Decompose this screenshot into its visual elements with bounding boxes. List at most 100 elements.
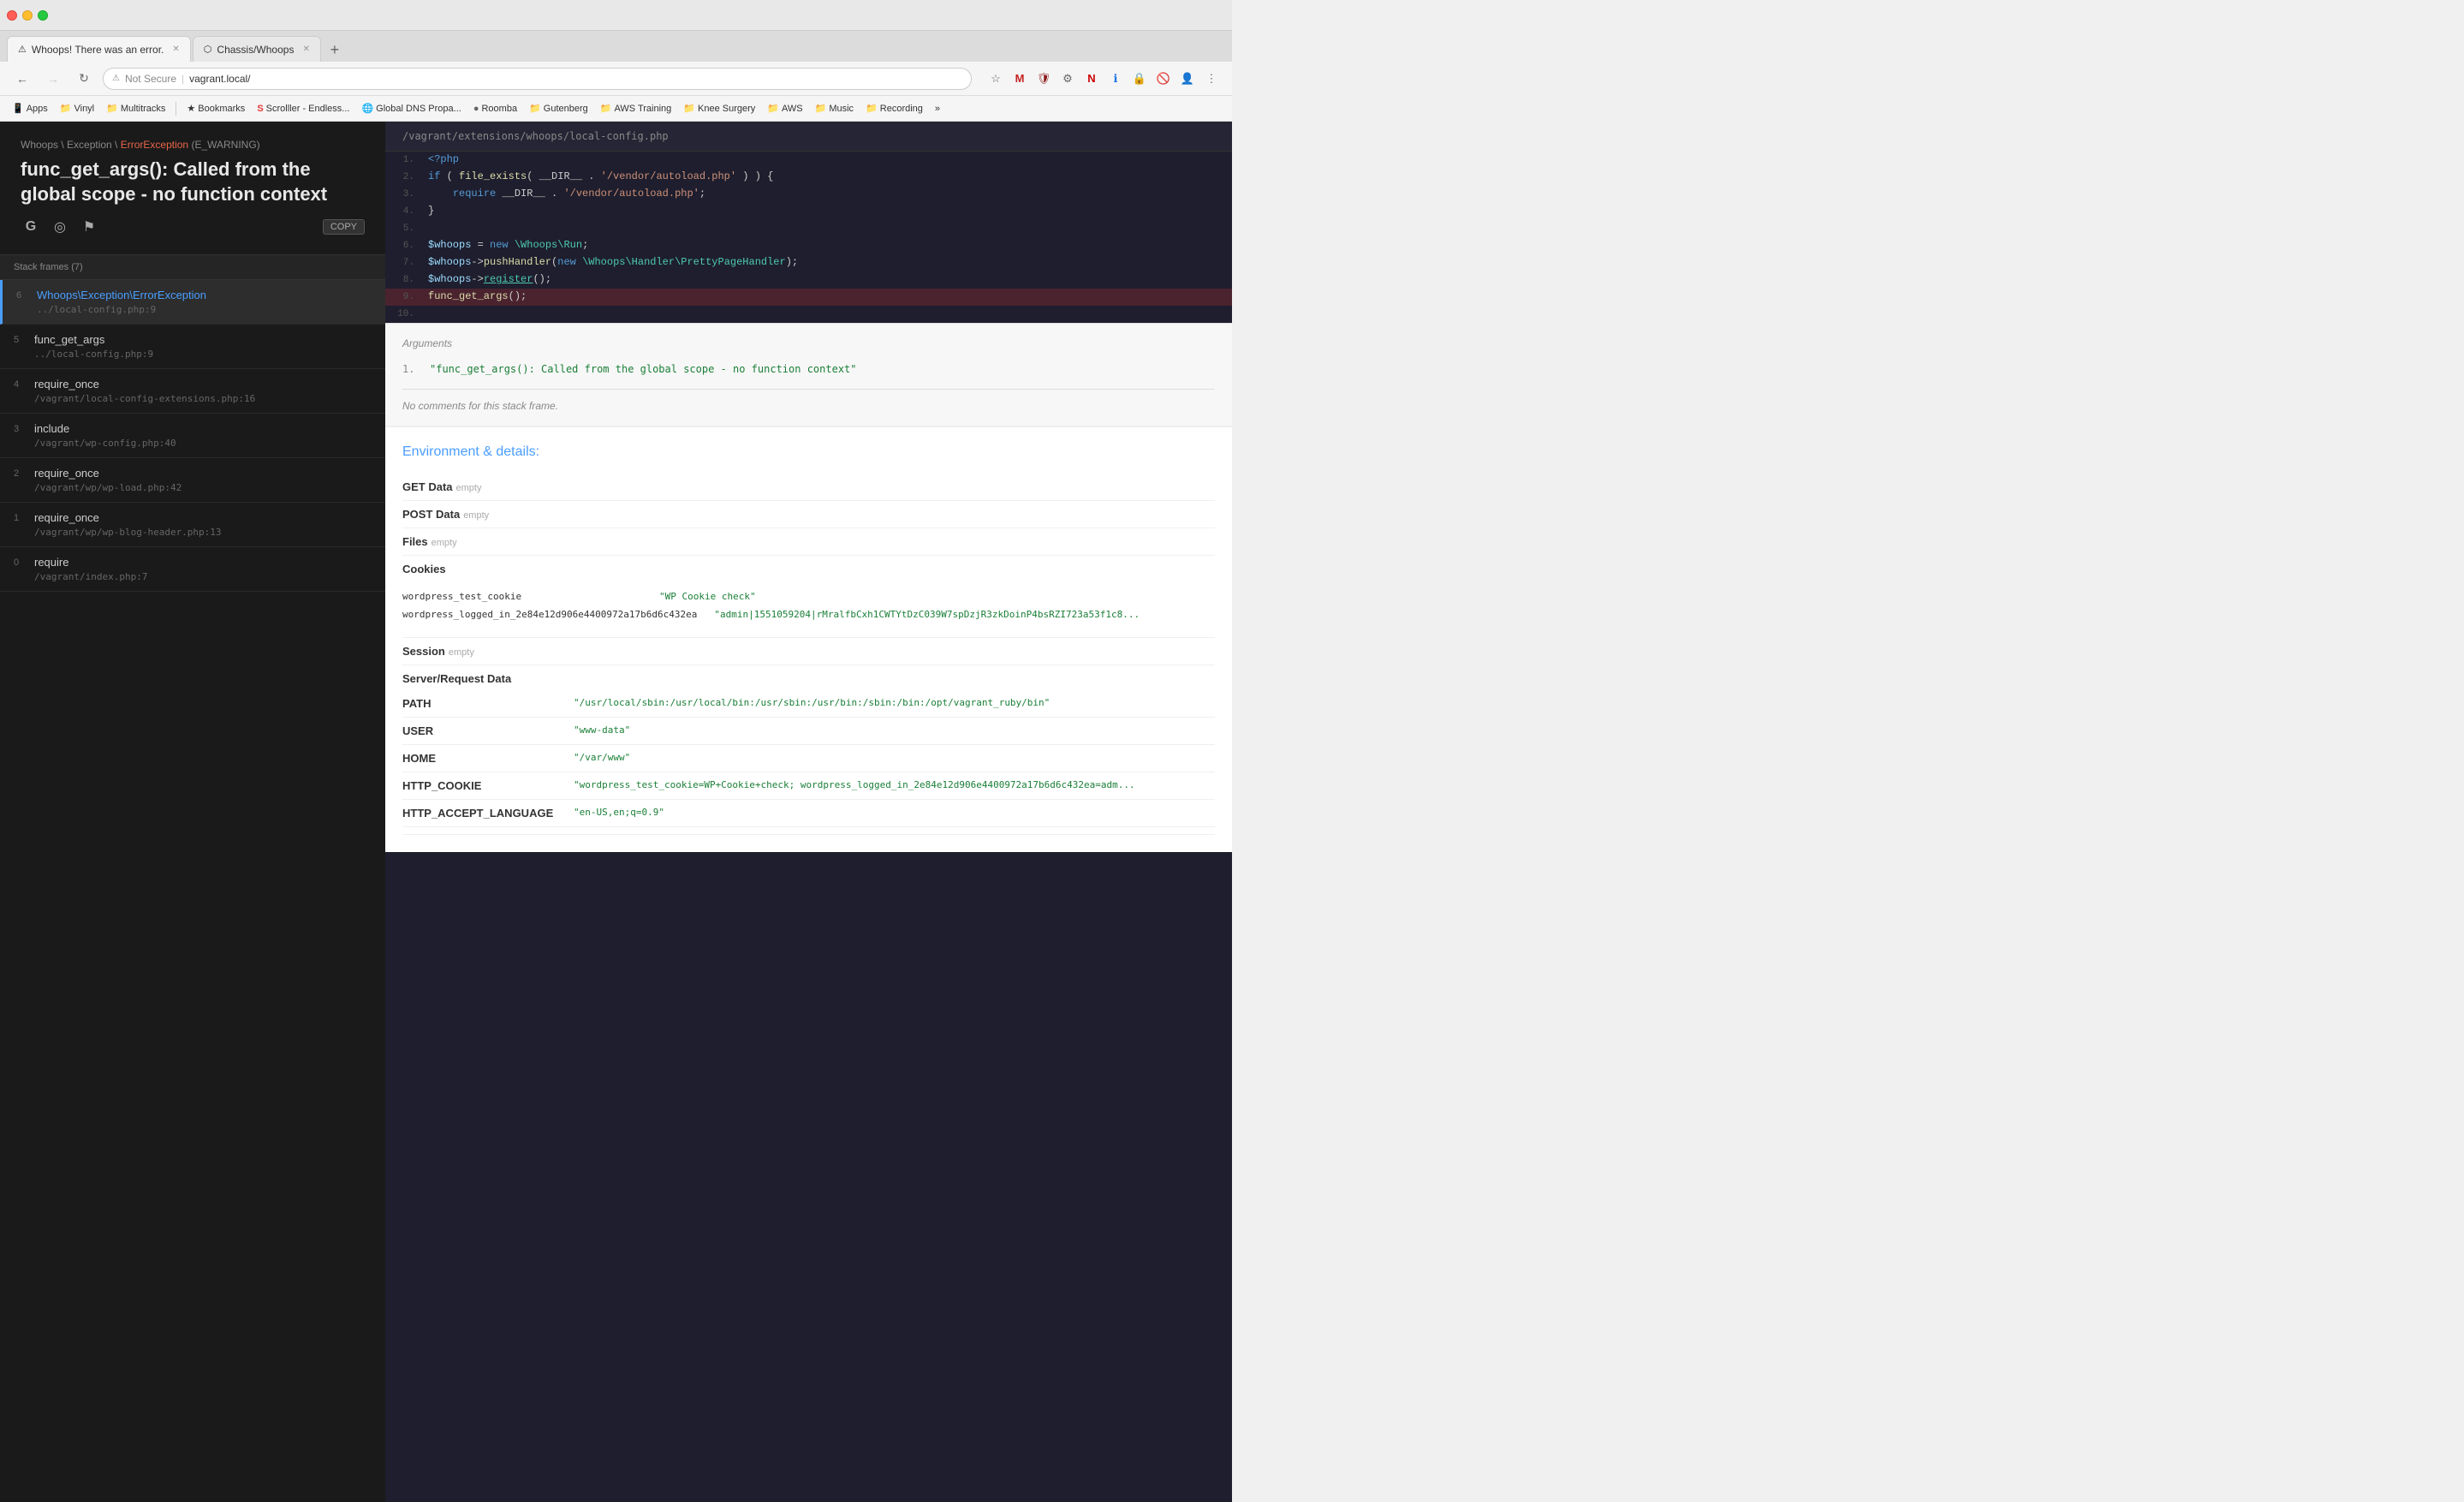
env-cookies-key: Cookies <box>402 563 574 575</box>
breadcrumb-suffix: (E_WARNING) <box>188 139 260 151</box>
bookmark-bookmarks-icon: ★ <box>187 103 195 114</box>
bookmark-apps[interactable]: 📱 Apps <box>9 101 51 116</box>
env-get-key: GET Dataempty <box>402 480 574 493</box>
server-path: PATH "/usr/local/sbin:/usr/local/bin:/us… <box>402 690 1215 718</box>
address-separator: | <box>182 73 184 85</box>
bookmarks-bar: 📱 Apps 📁 Vinyl 📁 Multitracks ★ Bookmarks… <box>0 96 1232 122</box>
files-empty-badge: empty <box>431 538 457 548</box>
stack-frames-header: Stack frames (7) <box>0 255 385 280</box>
settings-icon[interactable]: ⚙ <box>1057 69 1078 89</box>
frame-name-5: func_get_args <box>34 333 104 346</box>
tab-whoops[interactable]: ⚠ Whoops! There was an error. ✕ <box>7 36 191 62</box>
bookmark-aws[interactable]: 📁 AWS <box>764 101 806 116</box>
titlebar <box>0 0 1232 31</box>
shield-icon[interactable]: 🛡 <box>1033 69 1054 89</box>
env-post-data: POST Dataempty <box>402 501 1215 528</box>
tab-chassis-label: Chassis/Whoops <box>217 44 294 56</box>
flag-icon[interactable]: ⚑ <box>79 217 99 237</box>
error-icons-row: G ◎ ⚑ COPY <box>21 217 365 237</box>
bookmark-knee-surgery-label: Knee Surgery <box>698 104 755 114</box>
bookmark-multitracks[interactable]: 📁 Multitracks <box>103 101 169 116</box>
bookmark-scrolller[interactable]: S Scrolller - Endless... <box>253 102 353 116</box>
menu-icon[interactable]: ⋮ <box>1201 69 1222 89</box>
copy-button[interactable]: COPY <box>323 219 365 235</box>
stack-frame-3[interactable]: 3 include /vagrant/wp-config.php:40 <box>0 414 385 458</box>
tab-chassis-close[interactable]: ✕ <box>302 45 309 54</box>
bookmark-multitracks-label: Multitracks <box>121 104 166 114</box>
bookmark-dns[interactable]: 🌐 Global DNS Propa... <box>358 101 464 116</box>
minimize-button[interactable] <box>22 10 33 21</box>
bookmark-aws-training[interactable]: 📁 AWS Training <box>597 101 676 116</box>
stack-frame-4[interactable]: 4 require_once /vagrant/local-config-ext… <box>0 369 385 414</box>
bookmark-vinyl-icon: 📁 <box>60 103 72 114</box>
tab-chassis-icon: ⬡ <box>204 44 212 55</box>
frame-path-0: /vagrant/index.php:7 <box>14 571 372 582</box>
back-button[interactable]: ← <box>10 67 34 91</box>
cookie-val-2: "admin|1551059204|rMralfbCxh1CWTYtDzC039… <box>714 609 1140 620</box>
environment-section: Environment & details: GET Dataempty POS… <box>385 426 1232 852</box>
frame-number-0: 0 <box>14 557 27 568</box>
no-comments: No comments for this stack frame. <box>402 389 1215 412</box>
frame-path-3: /vagrant/wp-config.php:40 <box>14 438 372 449</box>
stack-frame-6[interactable]: 6 Whoops\Exception\ErrorException ../loc… <box>0 280 385 325</box>
server-accept-lang: HTTP_ACCEPT_LANGUAGE "en-US,en;q=0.9" <box>402 800 1215 827</box>
env-files-key: Filesempty <box>402 535 574 548</box>
block-icon[interactable]: 🚫 <box>1153 69 1174 89</box>
env-server-key: Server/Request Data <box>402 672 574 685</box>
bookmark-scrolller-label: Scrolller - Endless... <box>266 104 350 114</box>
bookmark-bookmarks[interactable]: ★ Bookmarks <box>183 101 248 116</box>
env-files: Filesempty <box>402 528 1215 556</box>
bookmark-roomba-icon: ● <box>473 104 479 114</box>
env-cookies: Cookies wordpress_test_cookie "WP Cookie… <box>402 556 1215 638</box>
bookmark-apps-label: Apps <box>27 104 48 114</box>
account-icon[interactable]: 👤 <box>1177 69 1198 89</box>
bookmark-aws-training-icon: 📁 <box>600 103 612 114</box>
lock-icon[interactable]: 🔒 <box>1129 69 1150 89</box>
bookmark-vinyl[interactable]: 📁 Vinyl <box>57 101 98 116</box>
bookmark-knee-surgery[interactable]: 📁 Knee Surgery <box>680 101 759 116</box>
environment-title: Environment & details: <box>402 444 1215 460</box>
post-empty-badge: empty <box>463 510 489 521</box>
n-icon[interactable]: N <box>1081 69 1102 89</box>
server-home: HOME "/var/www" <box>402 745 1215 772</box>
tab-whoops-close[interactable]: ✕ <box>172 45 179 54</box>
server-user-val: "www-data" <box>574 724 1215 736</box>
google-icon[interactable]: G <box>21 217 41 237</box>
arg-value-1: "func_get_args(): Called from the global… <box>430 363 857 375</box>
stack-frame-1[interactable]: 1 require_once /vagrant/wp/wp-blog-heade… <box>0 503 385 547</box>
search-icon[interactable]: ◎ <box>50 217 70 237</box>
new-tab-button[interactable]: + <box>323 38 347 62</box>
code-line-3: 3. require __DIR__ . '/vendor/autoload.p… <box>385 186 1232 203</box>
address-bar[interactable]: ⚠ Not Secure | vagrant.local/ <box>103 68 972 90</box>
info-icon[interactable]: ℹ <box>1105 69 1126 89</box>
stack-frame-0[interactable]: 0 require /vagrant/index.php:7 <box>0 547 385 592</box>
server-http-cookie: HTTP_COOKIE "wordpress_test_cookie=WP+Co… <box>402 772 1215 800</box>
frame-name-2: require_once <box>34 467 99 480</box>
code-line-6: 6. $whoops = new \Whoops\Run; <box>385 237 1232 254</box>
bookmark-music[interactable]: 📁 Music <box>812 101 857 116</box>
maximize-button[interactable] <box>38 10 48 21</box>
left-panel: Whoops \ Exception \ ErrorException (E_W… <box>0 122 385 1502</box>
code-line-8: 8. $whoops->register(); <box>385 271 1232 289</box>
forward-button[interactable]: → <box>41 67 65 91</box>
stack-frame-2[interactable]: 2 require_once /vagrant/wp/wp-load.php:4… <box>0 458 385 503</box>
bookmark-vinyl-label: Vinyl <box>74 104 94 114</box>
tab-chassis[interactable]: ⬡ Chassis/Whoops ✕ <box>193 36 321 62</box>
stack-frame-5[interactable]: 5 func_get_args ../local-config.php:9 <box>0 325 385 369</box>
frame-name-6: Whoops\Exception\ErrorException <box>37 289 206 301</box>
protocol-label: Not Secure <box>125 73 176 85</box>
reload-button[interactable]: ↻ <box>72 67 96 91</box>
get-empty-badge: empty <box>456 483 482 493</box>
bookmark-gutenberg[interactable]: 📁 Gutenberg <box>526 101 592 116</box>
bookmark-roomba[interactable]: ● Roomba <box>470 102 521 116</box>
frame-number-1: 1 <box>14 513 27 523</box>
bookmark-multitracks-icon: 📁 <box>106 103 118 114</box>
error-breadcrumb: Whoops \ Exception \ ErrorException (E_W… <box>21 139 365 151</box>
star-button[interactable]: ☆ <box>985 69 1006 89</box>
gmail-icon[interactable]: M <box>1009 69 1030 89</box>
frame-number-2: 2 <box>14 468 27 479</box>
close-button[interactable] <box>7 10 17 21</box>
bookmark-overflow[interactable]: » <box>931 102 943 116</box>
bookmark-recording[interactable]: 📁 Recording <box>862 101 926 116</box>
cookie-key-2: wordpress_logged_in_2e84e12d906e4400972a… <box>402 609 697 620</box>
